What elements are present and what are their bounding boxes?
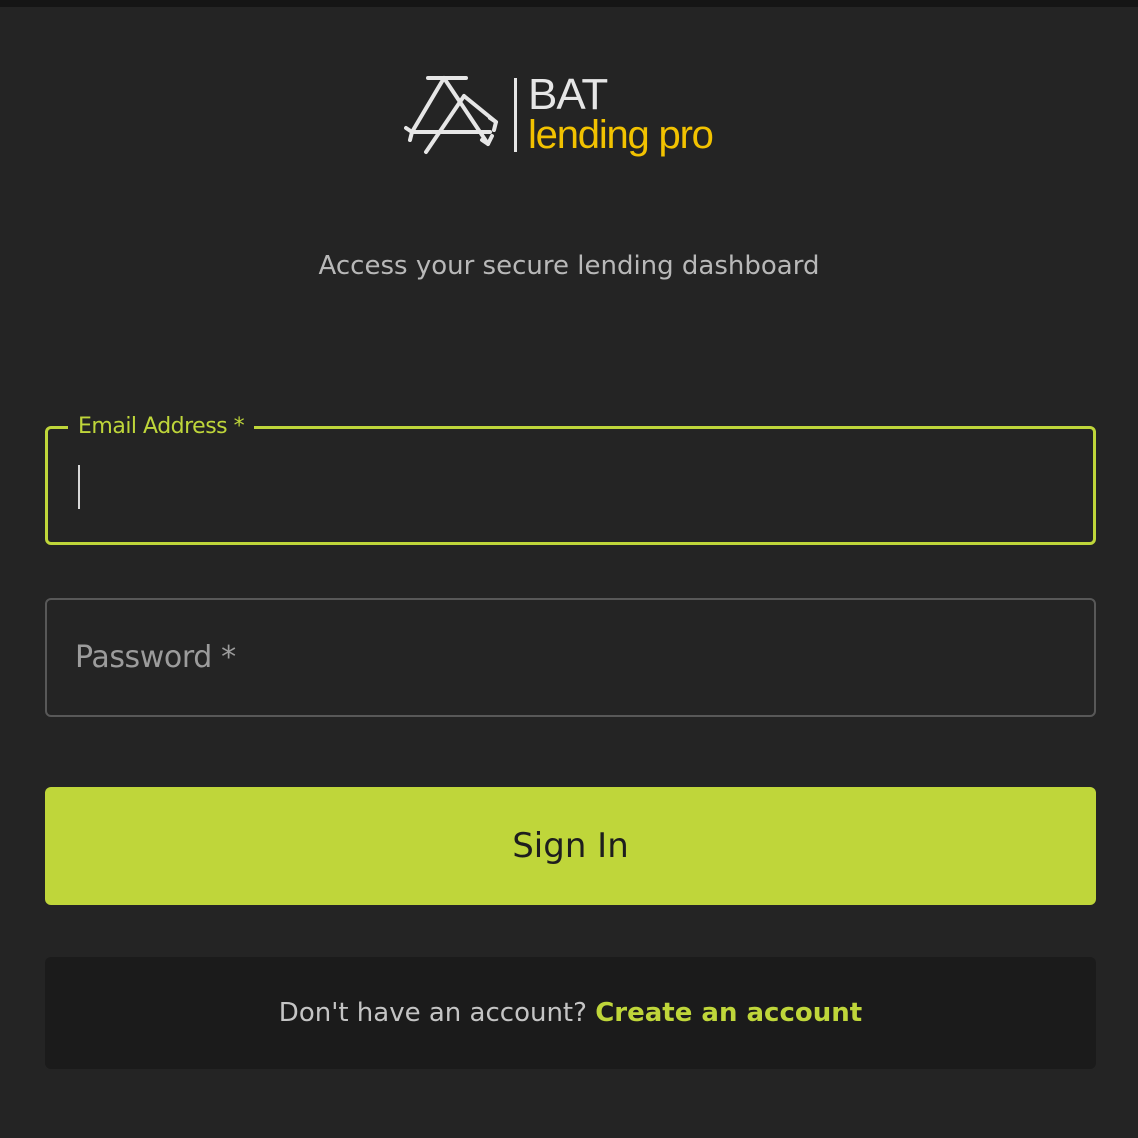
email-field-label: Email Address *: [68, 413, 255, 441]
page-subtitle: Access your secure lending dashboard: [318, 251, 820, 281]
register-prompt: Don't have an account?: [278, 998, 596, 1028]
create-account-link[interactable]: Create an account: [595, 998, 862, 1028]
sign-in-button[interactable]: Sign In: [45, 787, 1096, 905]
logo-divider: [514, 78, 517, 152]
logo-tagline-text: lending pro: [528, 113, 714, 157]
brand-logo: BAT lending pro: [404, 72, 744, 164]
email-input[interactable]: [76, 457, 1066, 511]
password-input[interactable]: [75, 628, 1065, 682]
top-strip: [0, 0, 1138, 7]
password-field[interactable]: Password *: [45, 598, 1096, 717]
triangle-arrows-logo-icon: [404, 76, 498, 154]
register-panel: Don't have an account? Create an account: [45, 957, 1096, 1069]
login-page: BAT lending pro Access your secure lendi…: [0, 0, 1138, 1138]
email-field[interactable]: Email Address *: [45, 413, 1096, 545]
